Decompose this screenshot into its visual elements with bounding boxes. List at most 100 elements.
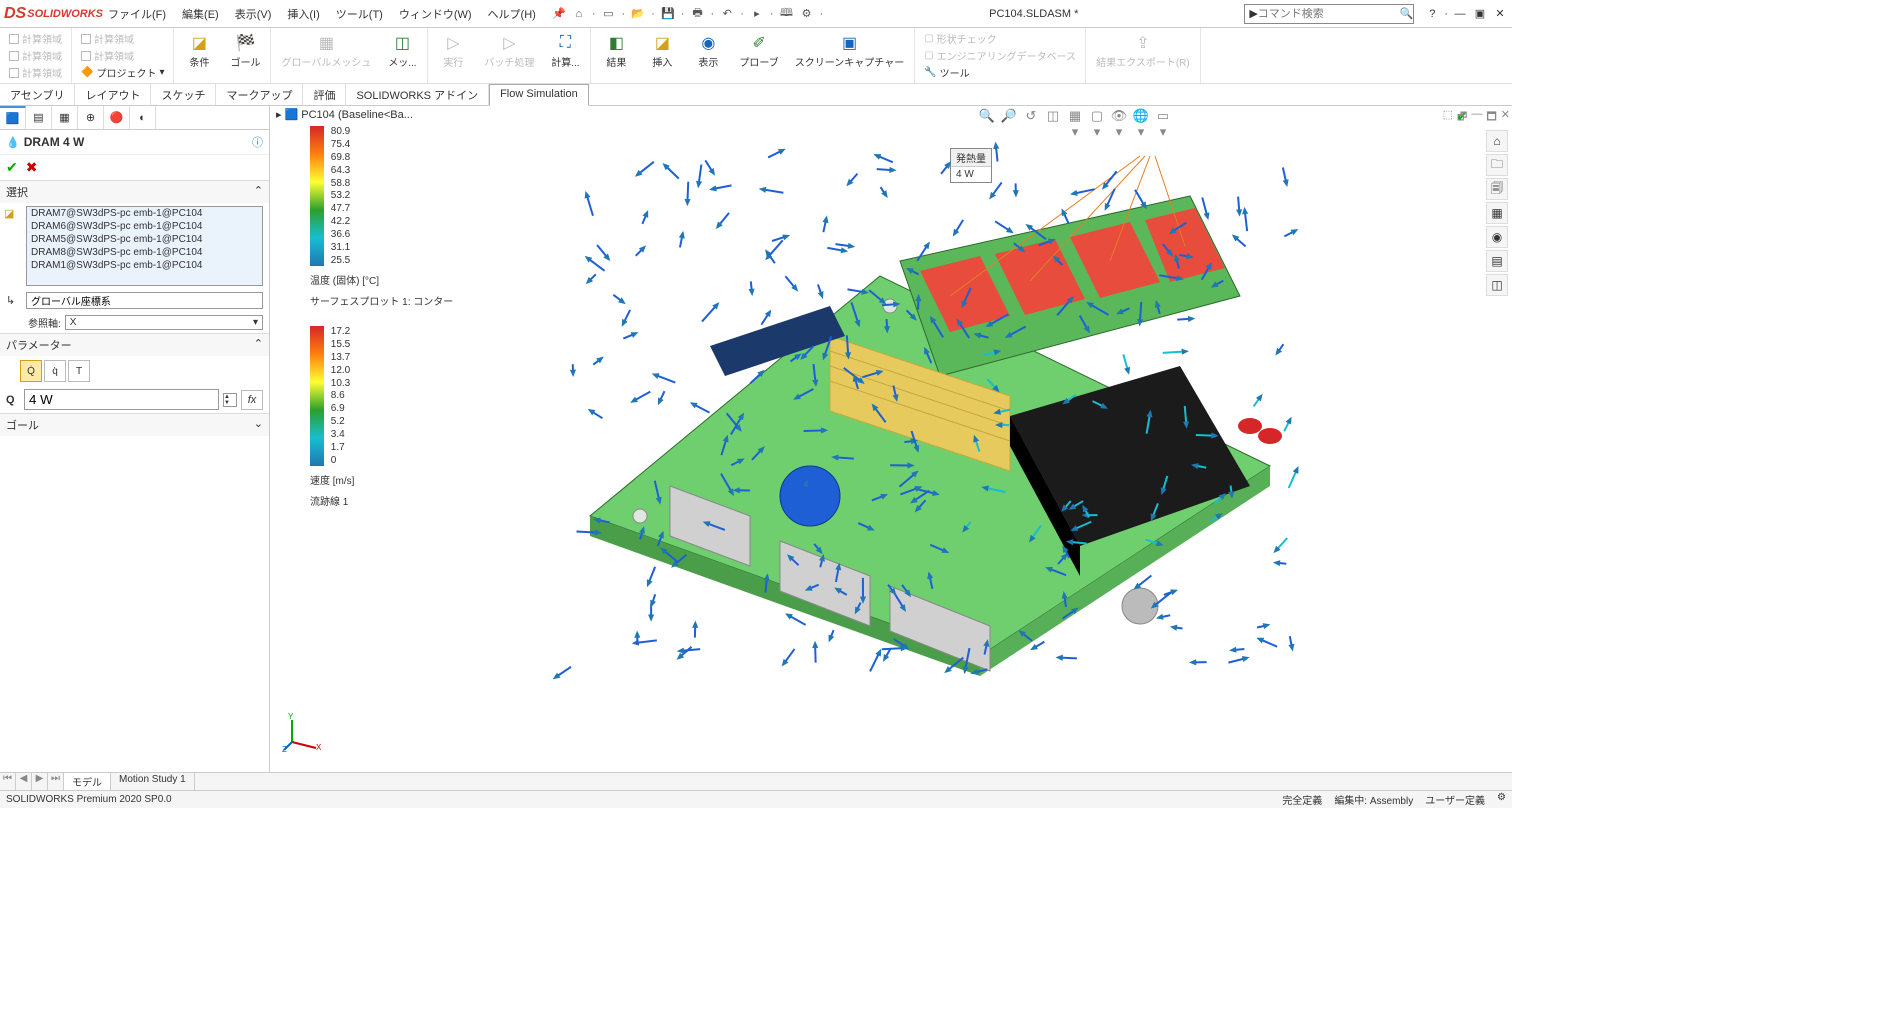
- undo-icon[interactable]: ↶: [720, 7, 734, 21]
- maximize-view-icon[interactable]: 🗖: [1486, 108, 1496, 127]
- legend-title: 速度 [m/s]: [310, 472, 354, 487]
- save-icon[interactable]: 💾: [661, 7, 675, 21]
- menu-window[interactable]: ウィンドウ(W): [391, 2, 480, 26]
- list-item[interactable]: DRAM8@SW3dPS-pc emb-1@PC104: [27, 246, 262, 259]
- minimize-view-icon[interactable]: —: [1471, 108, 1482, 127]
- conditions-button[interactable]: ◪条件: [180, 30, 218, 71]
- selection-header[interactable]: 選択⌃: [0, 181, 269, 203]
- project-dropdown[interactable]: 🔶 プロジェクト ▾: [78, 64, 167, 81]
- probe-button[interactable]: ✐プローブ: [735, 30, 782, 71]
- command-search[interactable]: ▶ 🔍: [1244, 4, 1414, 24]
- property-tab[interactable]: ▤: [26, 106, 52, 129]
- status-bar: SOLIDWORKS Premium 2020 SP0.0 完全定義 編集中: …: [0, 790, 1512, 808]
- results-button[interactable]: ◧結果: [597, 30, 635, 71]
- design-library-icon[interactable]: 🗀: [1486, 154, 1508, 176]
- new-icon[interactable]: ▭: [602, 7, 616, 21]
- insert-button[interactable]: ◪挿入: [643, 30, 681, 71]
- status-units[interactable]: ユーザー定義: [1425, 792, 1485, 807]
- menu-edit[interactable]: 編集(E): [174, 2, 227, 26]
- file-explorer-icon[interactable]: 🗐: [1486, 178, 1508, 200]
- feature-tree-tab[interactable]: 🟦: [0, 106, 26, 129]
- search-icon[interactable]: 🔍: [1400, 7, 1414, 20]
- main-area: 🟦 ▤ ▦ ⊕ 🔴 ◐ 💧 DRAM 4 W ⓘ ✔ ✖ 選択⌃ ◪ DRAM7…: [0, 106, 1512, 772]
- cancel-button[interactable]: ✖: [26, 159, 38, 176]
- ribbon-group-domain: 計算領域 計算領域 計算領域: [0, 28, 72, 83]
- tab-sketch[interactable]: スケッチ: [151, 84, 216, 105]
- minimize-button[interactable]: —: [1452, 6, 1468, 22]
- prev-tab-button[interactable]: ◀: [16, 773, 32, 790]
- breadcrumb[interactable]: ▸ 🟦 PC104 (Baseline<Ba...: [276, 108, 413, 121]
- orientation-triad[interactable]: Y X Z: [282, 712, 322, 752]
- tab-markup[interactable]: マークアップ: [216, 84, 303, 105]
- appearances-icon[interactable]: ◉: [1486, 226, 1508, 248]
- appearance-tab[interactable]: 🔴: [104, 106, 130, 129]
- print-icon[interactable]: 🖶: [691, 7, 705, 21]
- sw-resources-icon[interactable]: ⌂: [1486, 130, 1508, 152]
- calc-button[interactable]: ⛶計算...: [546, 30, 584, 71]
- parameter-header[interactable]: パラメーター⌃: [0, 334, 269, 356]
- tab-flow-simulation[interactable]: Flow Simulation: [489, 84, 589, 106]
- tab-assembly[interactable]: アセンブリ: [0, 84, 75, 105]
- capture-button[interactable]: ▣スクリーンキャプチャー: [791, 30, 908, 71]
- list-item[interactable]: DRAM6@SW3dPS-pc emb-1@PC104: [27, 220, 262, 233]
- expand-tree-icon[interactable]: ⬚: [1443, 108, 1453, 127]
- mesh-button[interactable]: ◫メッ...: [383, 30, 421, 71]
- menu-tools[interactable]: ツール(T): [328, 2, 391, 26]
- spinner[interactable]: ▲▼: [223, 393, 237, 407]
- first-tab-button[interactable]: ⏮: [0, 773, 16, 790]
- open-icon[interactable]: 📂: [631, 7, 645, 21]
- heat-power-input[interactable]: [24, 389, 219, 410]
- ribbon-tabs: アセンブリ レイアウト スケッチ マークアップ 評価 SOLIDWORKS アド…: [0, 84, 1512, 106]
- search-input[interactable]: [1258, 8, 1400, 20]
- rebuild-icon[interactable]: 🕮: [780, 7, 794, 21]
- tab-layout[interactable]: レイアウト: [75, 84, 151, 105]
- home-icon[interactable]: ⌂: [572, 7, 586, 21]
- tab-evaluate[interactable]: 評価: [303, 84, 346, 105]
- flow-tools-button[interactable]: 🔧 ツール: [921, 64, 1079, 81]
- fx-button[interactable]: fx: [241, 390, 263, 410]
- menu-file[interactable]: ファイル(F): [100, 2, 174, 26]
- help-icon[interactable]: ⓘ: [252, 134, 263, 150]
- heat-power-button[interactable]: Q̇: [20, 360, 42, 382]
- help-icon[interactable]: ?: [1424, 6, 1440, 22]
- surface-power-button[interactable]: q̇: [44, 360, 66, 382]
- list-item[interactable]: DRAM1@SW3dPS-pc emb-1@PC104: [27, 259, 262, 272]
- display-button[interactable]: ◉表示: [689, 30, 727, 71]
- goals-button[interactable]: 🏁ゴール: [226, 30, 264, 71]
- config-tab[interactable]: ▦: [52, 106, 78, 129]
- motion-study-tab[interactable]: Motion Study 1: [111, 773, 195, 790]
- forum-icon[interactable]: ◫: [1486, 274, 1508, 296]
- options-icon[interactable]: ⚙: [800, 7, 814, 21]
- selection-list[interactable]: DRAM7@SW3dPS-pc emb-1@PC104 DRAM6@SW3dPS…: [26, 206, 263, 286]
- list-item[interactable]: DRAM7@SW3dPS-pc emb-1@PC104: [27, 207, 262, 220]
- export-button: ⇪結果エクスポート(R): [1092, 30, 1194, 71]
- status-gear-icon[interactable]: ⚙: [1497, 792, 1506, 807]
- pin-icon[interactable]: 📌: [552, 7, 566, 21]
- goal-header[interactable]: ゴール⌄: [0, 414, 269, 436]
- coord-system-field[interactable]: [26, 292, 263, 309]
- select-icon[interactable]: ▸: [750, 7, 764, 21]
- view-palette-icon[interactable]: ▦: [1486, 202, 1508, 224]
- tab-addins[interactable]: SOLIDWORKS アドイン: [346, 84, 489, 105]
- list-item[interactable]: DRAM5@SW3dPS-pc emb-1@PC104: [27, 233, 262, 246]
- close-button[interactable]: ✕: [1492, 6, 1508, 22]
- close-view-icon[interactable]: ✕: [1501, 108, 1510, 127]
- property-title: DRAM 4 W: [24, 135, 85, 149]
- menu-insert[interactable]: 挿入(I): [279, 2, 327, 26]
- bottom-tabs: ⏮ ◀ ▶ ⏭ モデル Motion Study 1: [0, 772, 1512, 790]
- next-tab-button[interactable]: ▶: [32, 773, 48, 790]
- ok-button[interactable]: ✔: [6, 159, 18, 176]
- flow-tab[interactable]: ◐: [130, 106, 156, 129]
- model-tab[interactable]: モデル: [64, 773, 111, 790]
- menu-view[interactable]: 表示(V): [227, 2, 280, 26]
- dim-tab[interactable]: ⊕: [78, 106, 104, 129]
- menu-help[interactable]: ヘルプ(H): [480, 2, 544, 26]
- collapse-icon[interactable]: 🗗: [1457, 108, 1467, 127]
- temperature-button[interactable]: T: [68, 360, 90, 382]
- batch-button: ▷バッチ処理: [480, 30, 538, 71]
- last-tab-button[interactable]: ⏭: [48, 773, 64, 790]
- custom-props-icon[interactable]: ▤: [1486, 250, 1508, 272]
- graphics-viewport[interactable]: ▸ 🟦 PC104 (Baseline<Ba... ✔ 🔍 🔎 ↺ ◫ ▦ ▾ …: [270, 106, 1512, 772]
- maximize-button[interactable]: ▣: [1472, 6, 1488, 22]
- axis-select[interactable]: X ▾: [65, 315, 263, 330]
